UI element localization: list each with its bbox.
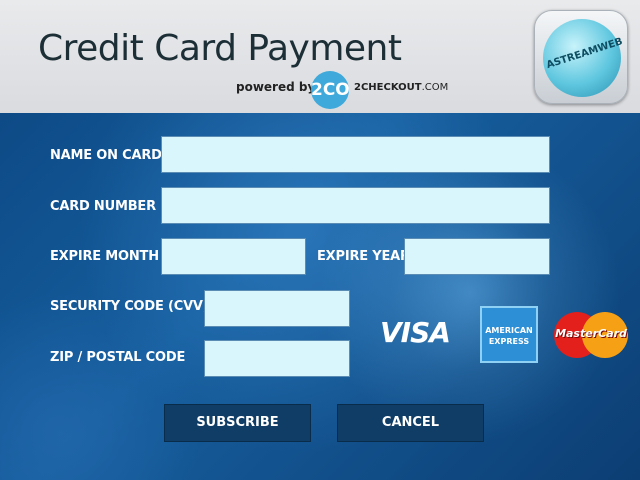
amex-line1: AMERICAN <box>485 326 533 335</box>
astreamweb-app-icon: ASTREAMWEB <box>534 10 628 104</box>
zip-code-input[interactable] <box>204 340 350 377</box>
name-on-card-label: NAME ON CARD <box>50 148 162 163</box>
subscribe-button[interactable]: SUBSCRIBE <box>164 404 311 442</box>
amex-logo: AMERICAN EXPRESS <box>480 306 538 363</box>
expire-year-label: EXPIRE YEAR <box>317 249 410 264</box>
card-number-input[interactable] <box>161 187 550 224</box>
expire-year-input[interactable] <box>404 238 550 275</box>
visa-logo: VISA <box>380 316 451 349</box>
2checkout-brand-text: 2CHECKOUT.COM <box>354 82 448 93</box>
powered-by-label: powered by <box>236 80 316 94</box>
cancel-button[interactable]: CANCEL <box>337 404 484 442</box>
mastercard-logo: MasterCard <box>554 312 628 358</box>
provider-domain: .COM <box>421 82 449 93</box>
page-title: Credit Card Payment <box>38 28 402 69</box>
expire-month-label: EXPIRE MONTH <box>50 249 159 264</box>
name-on-card-input[interactable] <box>161 136 550 173</box>
amex-line2: EXPRESS <box>488 337 530 346</box>
zip-code-label: ZIP / POSTAL CODE <box>50 350 186 365</box>
mastercard-text: MasterCard <box>555 327 627 340</box>
card-number-label: CARD NUMBER <box>50 199 156 214</box>
provider-name: 2CHECKOUT <box>354 82 422 93</box>
security-code-input[interactable] <box>204 290 350 327</box>
2checkout-logo-icon: 2CO <box>311 71 350 109</box>
security-code-label: SECURITY CODE (CVV) <box>50 299 209 314</box>
expire-month-input[interactable] <box>161 238 306 275</box>
header-bar: Credit Card Payment powered by 2CO 2CHEC… <box>0 0 640 113</box>
